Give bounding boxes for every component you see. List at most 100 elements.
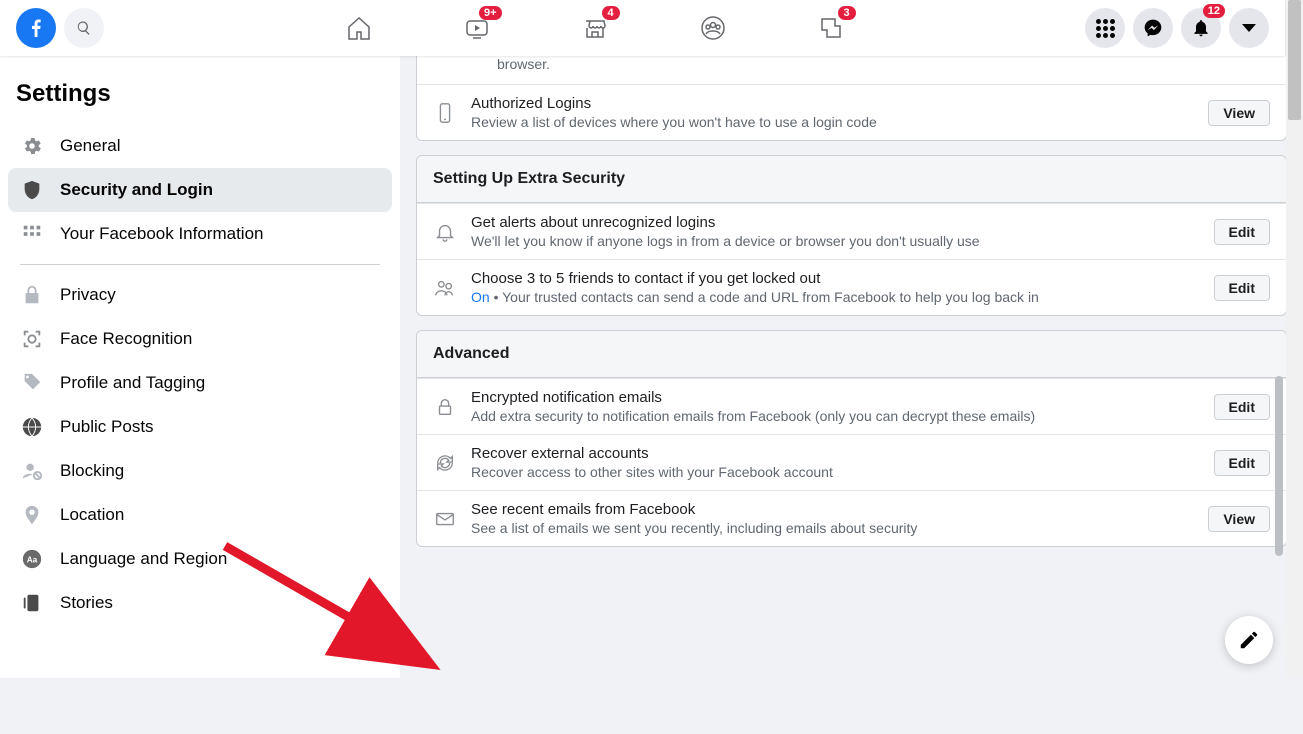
row-sub: We'll let you know if anyone logs in fro… (471, 233, 1200, 249)
lock-icon (433, 395, 457, 419)
sidebar-label: Security and Login (60, 180, 213, 200)
sidebar-item-profile-tagging[interactable]: Profile and Tagging (8, 361, 392, 405)
facebook-logo[interactable] (16, 8, 56, 48)
sidebar-item-your-info[interactable]: Your Facebook Information (8, 212, 392, 256)
sidebar-label: Language and Region (60, 549, 227, 569)
settings-sidebar: Settings General Security and Login Your… (0, 56, 400, 678)
tag-icon (20, 371, 44, 395)
topbar-right: 12 (1085, 8, 1285, 48)
row-encrypted-emails[interactable]: Encrypted notification emails Add extra … (417, 378, 1286, 434)
topbar-center-tabs: 9+ 4 3 (104, 0, 1085, 56)
svg-text:Aa: Aa (27, 556, 38, 565)
notifications-badge: 12 (1203, 4, 1225, 18)
sidebar-item-privacy[interactable]: Privacy (8, 273, 392, 317)
tab-groups[interactable] (658, 0, 768, 56)
row-title: Encrypted notification emails (471, 389, 1200, 406)
sidebar-title: Settings (8, 72, 392, 124)
row-sub-text: • Your trusted contacts can send a code … (490, 289, 1039, 305)
globe-icon (20, 415, 44, 439)
section-header: Setting Up Extra Security (417, 156, 1286, 203)
grid-icon (1096, 19, 1115, 38)
row-body: Encrypted notification emails Add extra … (471, 389, 1200, 424)
row-body: Choose 3 to 5 friends to contact if you … (471, 270, 1200, 305)
sidebar-item-security[interactable]: Security and Login (8, 168, 392, 212)
phone-icon (433, 101, 457, 125)
row-authorized-logins[interactable]: Authorized Logins Review a list of devic… (417, 84, 1286, 140)
search-button[interactable] (64, 8, 104, 48)
partial-browser-text: browser. (417, 56, 1286, 84)
partial-top-card: browser. Authorized Logins Review a list… (416, 56, 1287, 141)
sidebar-label: Stories (60, 593, 113, 613)
face-scan-icon (20, 327, 44, 351)
bell-icon (433, 220, 457, 244)
row-login-alerts[interactable]: Get alerts about unrecognized logins We'… (417, 203, 1286, 259)
tab-gaming[interactable]: 3 (776, 0, 886, 56)
sidebar-label: Profile and Tagging (60, 373, 205, 393)
tab-watch[interactable]: 9+ (422, 0, 532, 56)
topbar-left (0, 8, 104, 48)
edit-button[interactable]: Edit (1214, 394, 1270, 420)
sidebar-label: Public Posts (60, 417, 154, 437)
tab-marketplace[interactable]: 4 (540, 0, 650, 56)
row-sub: Recover access to other sites with your … (471, 464, 1200, 480)
sidebar-item-blocking[interactable]: Blocking (8, 449, 392, 493)
sidebar-item-stories[interactable]: Stories (8, 581, 392, 625)
row-title: Get alerts about unrecognized logins (471, 214, 1200, 231)
notifications-button[interactable]: 12 (1181, 8, 1221, 48)
compose-fab[interactable] (1225, 616, 1273, 664)
tab-home[interactable] (304, 0, 414, 56)
row-recover-accounts[interactable]: Recover external accounts Recover access… (417, 434, 1286, 490)
row-recent-emails[interactable]: See recent emails from Facebook See a li… (417, 490, 1286, 546)
sidebar-item-public-posts[interactable]: Public Posts (8, 405, 392, 449)
row-sub: Add extra security to notification email… (471, 408, 1200, 424)
sidebar-label: General (60, 136, 120, 156)
on-status: On (471, 289, 490, 305)
row-body: Recover external accounts Recover access… (471, 445, 1200, 480)
envelope-icon (433, 507, 457, 531)
scrollbar-thumb[interactable] (1288, 0, 1301, 120)
row-title: See recent emails from Facebook (471, 501, 1194, 518)
account-dropdown-button[interactable] (1229, 8, 1269, 48)
edit-button[interactable]: Edit (1214, 450, 1270, 476)
browser-scrollbar[interactable] (1286, 0, 1303, 678)
row-title: Authorized Logins (471, 95, 1194, 112)
scrollbar-thumb[interactable] (1275, 376, 1283, 556)
content-scrollbar[interactable] (1273, 56, 1285, 678)
shield-icon (20, 178, 44, 202)
sidebar-label: Face Recognition (60, 329, 192, 349)
pin-icon (20, 503, 44, 527)
sidebar-item-face-recognition[interactable]: Face Recognition (8, 317, 392, 361)
main-content: browser. Authorized Logins Review a list… (400, 56, 1303, 678)
row-body: Authorized Logins Review a list of devic… (471, 95, 1194, 130)
sidebar-item-location[interactable]: Location (8, 493, 392, 537)
market-badge: 4 (602, 6, 620, 20)
section-extra-security: Setting Up Extra Security Get alerts abo… (416, 155, 1287, 316)
row-body: Get alerts about unrecognized logins We'… (471, 214, 1200, 249)
section-advanced: Advanced Encrypted notification emails A… (416, 330, 1287, 547)
gear-icon (20, 134, 44, 158)
info-grid-icon (20, 222, 44, 246)
sidebar-label: Location (60, 505, 124, 525)
view-button[interactable]: View (1208, 100, 1270, 126)
view-button[interactable]: View (1208, 506, 1270, 532)
section-header: Advanced (417, 331, 1286, 378)
watch-badge: 9+ (479, 6, 502, 20)
language-icon: Aa (20, 547, 44, 571)
edit-button[interactable]: Edit (1214, 219, 1270, 245)
block-user-icon (20, 459, 44, 483)
row-sub: See a list of emails we sent you recentl… (471, 520, 1194, 536)
edit-button[interactable]: Edit (1214, 275, 1270, 301)
menu-grid-button[interactable] (1085, 8, 1125, 48)
lock-icon (20, 283, 44, 307)
sidebar-label: Blocking (60, 461, 124, 481)
caret-down-icon (1242, 24, 1256, 32)
row-trusted-friends[interactable]: Choose 3 to 5 friends to contact if you … (417, 259, 1286, 315)
sidebar-item-language[interactable]: Aa Language and Region (8, 537, 392, 581)
sidebar-divider (20, 264, 380, 265)
stories-icon (20, 591, 44, 615)
sidebar-item-general[interactable]: General (8, 124, 392, 168)
sidebar-label: Privacy (60, 285, 116, 305)
row-title: Recover external accounts (471, 445, 1200, 462)
messenger-button[interactable] (1133, 8, 1173, 48)
row-body: See recent emails from Facebook See a li… (471, 501, 1194, 536)
